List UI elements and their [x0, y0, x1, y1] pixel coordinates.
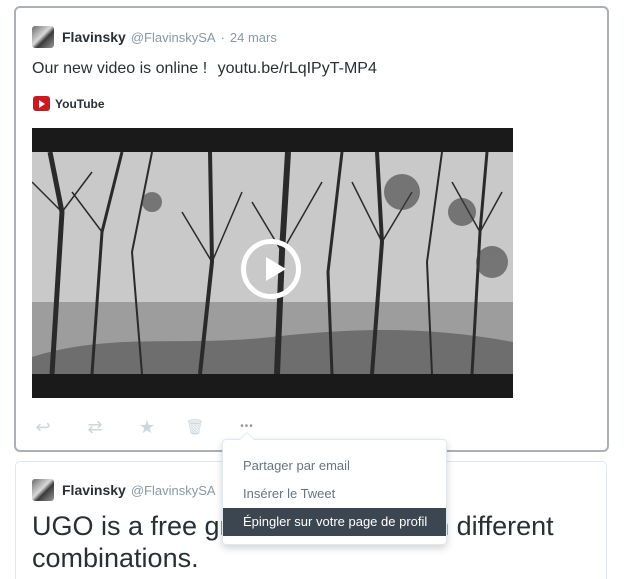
- tweet-header: Flavinsky @FlavinskySA · 24 mars: [32, 24, 277, 50]
- card-source-label: YouTube: [55, 96, 105, 111]
- more-actions-menu: Partager par email Insérer le Tweet Épin…: [222, 432, 447, 545]
- menu-item-pin-to-profile[interactable]: Épingler sur votre page de profil: [223, 508, 446, 536]
- tweet-card[interactable]: Flavinsky @FlavinskySA · 24 mars Our new…: [14, 6, 609, 452]
- menu-item-embed-tweet[interactable]: Insérer le Tweet: [223, 480, 446, 508]
- author-name[interactable]: Flavinsky: [62, 482, 126, 498]
- author-handle[interactable]: @FlavinskySA: [131, 30, 216, 45]
- tweet-text-body: Our new video is online !: [32, 60, 208, 77]
- separator-dot: ·: [220, 29, 225, 45]
- video-player[interactable]: [32, 128, 513, 398]
- play-button[interactable]: [241, 239, 301, 299]
- menu-item-share-email[interactable]: Partager par email: [223, 452, 446, 480]
- card-source[interactable]: YouTube: [33, 96, 105, 111]
- tweet-header: Flavinsky @FlavinskySA: [32, 477, 216, 503]
- author-name[interactable]: Flavinsky: [62, 29, 126, 45]
- author-handle[interactable]: @FlavinskySA: [131, 483, 216, 498]
- tweet-date[interactable]: 24 mars: [230, 30, 277, 45]
- avatar[interactable]: [32, 26, 54, 48]
- tweet-link[interactable]: youtu.be/rLqIPyT-MP4: [218, 60, 377, 77]
- delete-icon[interactable]: 🗑: [184, 416, 206, 438]
- tweet-text: Our new video is online ! youtu.be/rLqIP…: [32, 60, 377, 78]
- favorite-icon[interactable]: ★: [136, 416, 158, 438]
- reply-icon[interactable]: ↩: [32, 416, 54, 438]
- timeline: Flavinsky @FlavinskySA · 24 mars Our new…: [0, 0, 624, 579]
- avatar[interactable]: [32, 479, 54, 501]
- youtube-icon: [33, 96, 50, 111]
- retweet-icon[interactable]: ⇄: [84, 416, 106, 438]
